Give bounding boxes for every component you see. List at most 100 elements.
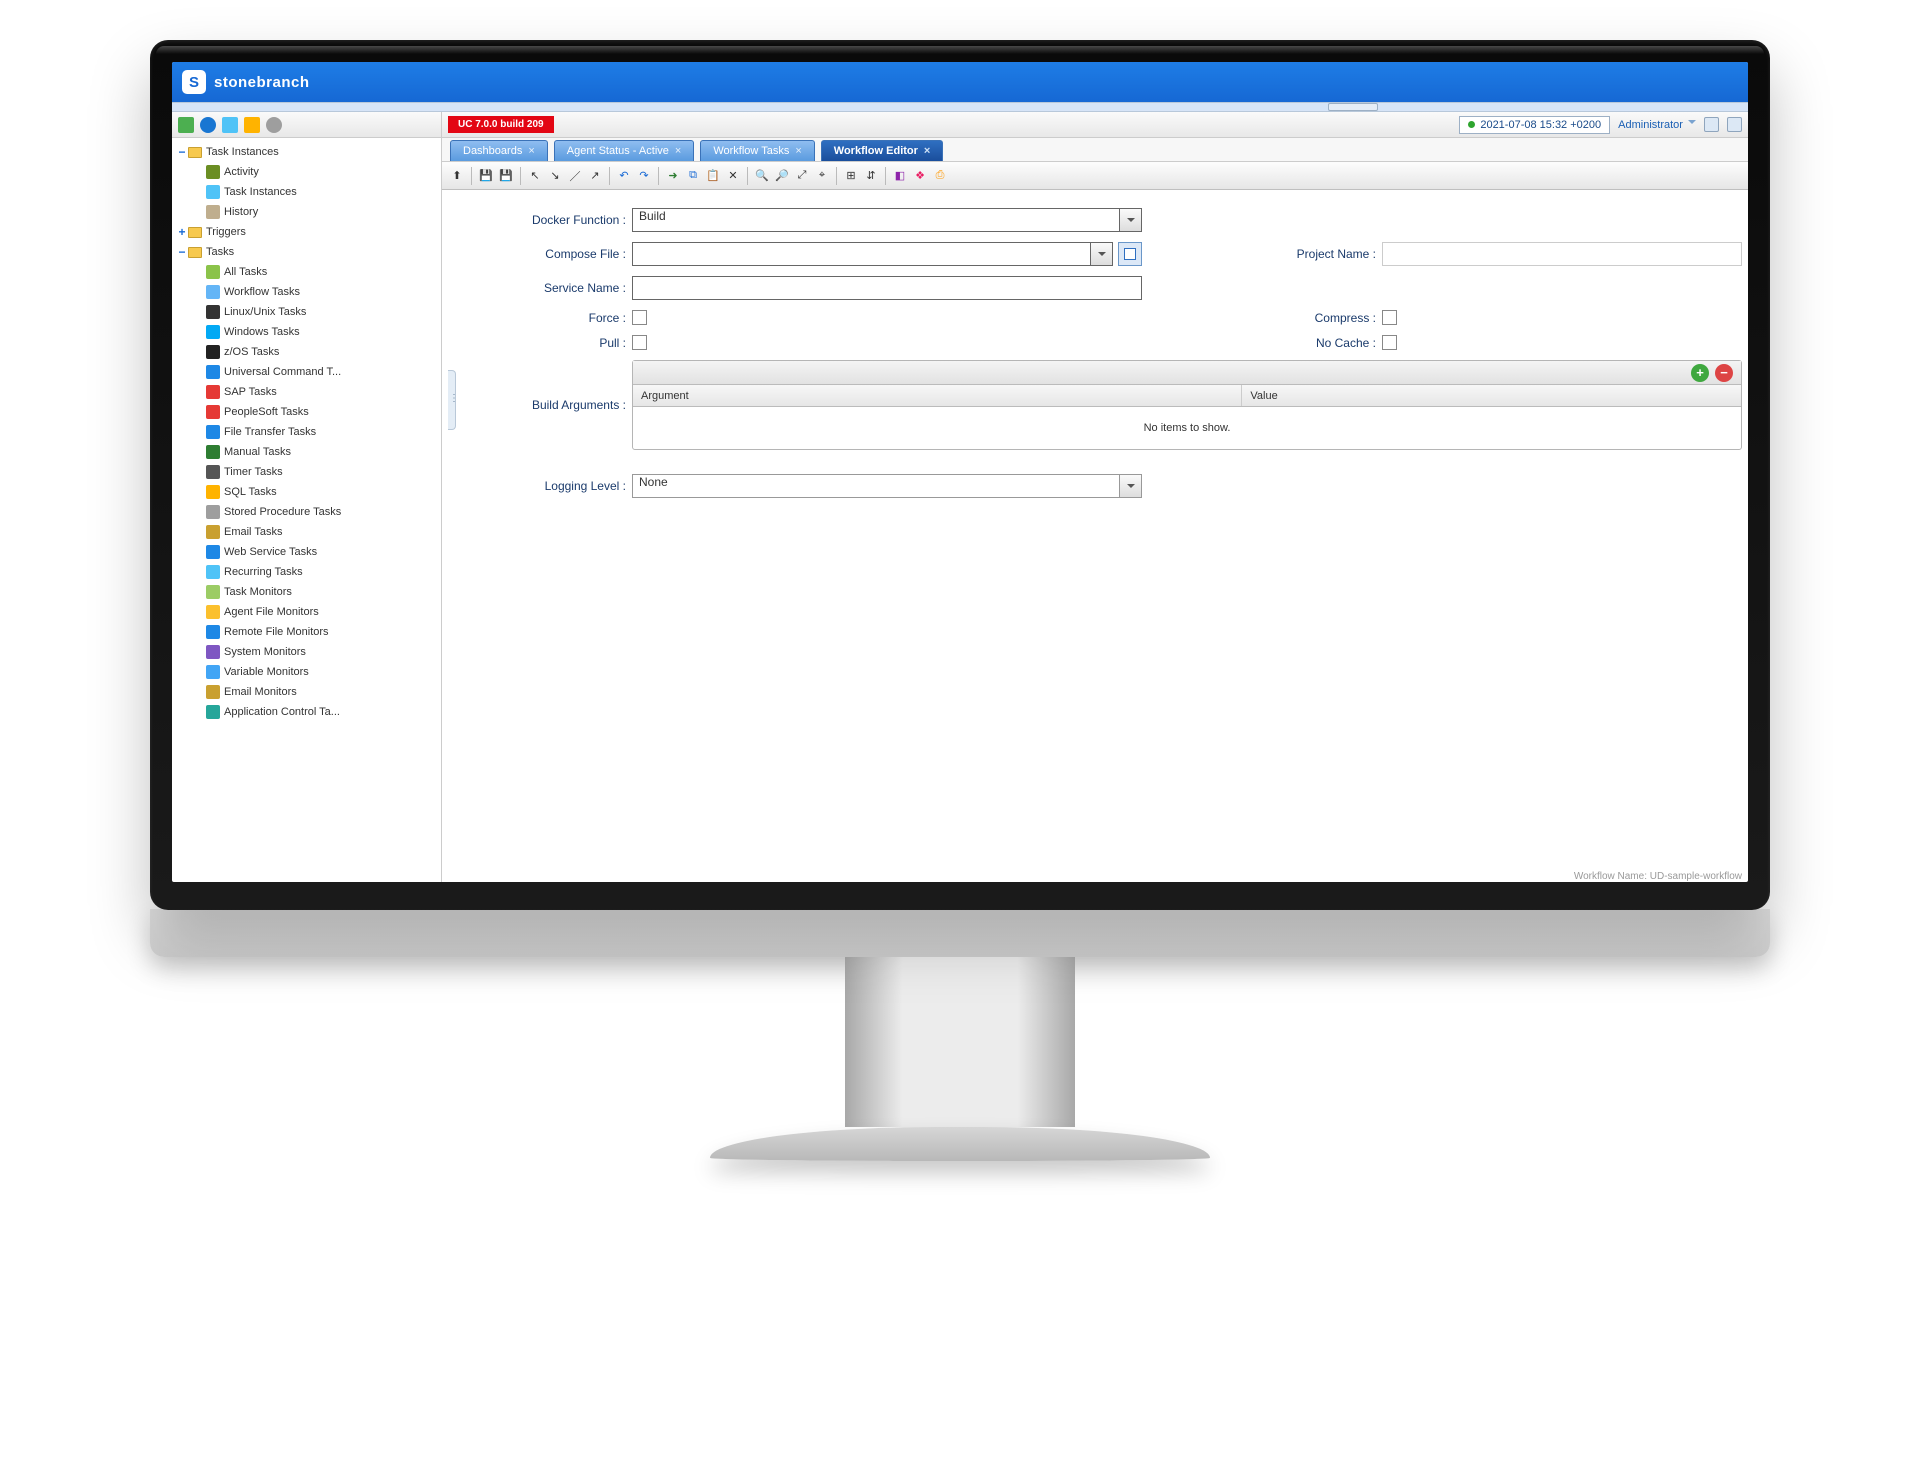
status-dot-icon [1468, 121, 1475, 128]
tree-leaf[interactable]: ·Task Monitors [172, 582, 441, 602]
tab[interactable]: Dashboards× [450, 140, 548, 161]
brand-name: stonebranch [214, 74, 310, 91]
tree-leaf[interactable]: ·SQL Tasks [172, 482, 441, 502]
note-icon[interactable] [222, 117, 238, 133]
tab[interactable]: Workflow Tasks× [700, 140, 814, 161]
tree-leaf[interactable]: ·Web Service Tasks [172, 542, 441, 562]
tb-paste-icon[interactable]: 📋 [704, 167, 722, 185]
tb-zoomfit-icon[interactable]: ⤢ [793, 167, 811, 185]
window-resize-bar[interactable] [172, 102, 1748, 112]
globe-icon[interactable] [200, 117, 216, 133]
tab[interactable]: Agent Status - Active× [554, 140, 695, 161]
args-col-argument[interactable]: Argument [633, 385, 1242, 406]
tb-zoom100-icon[interactable]: ⌖ [813, 167, 831, 185]
puzzle-icon[interactable] [244, 117, 260, 133]
tree-leaf-label: System Monitors [224, 642, 306, 662]
logging-level-dropdown-btn[interactable] [1120, 474, 1142, 498]
tree-leaf[interactable]: ·Universal Command T... [172, 362, 441, 382]
tb-connect-icon[interactable]: ↘ [546, 167, 564, 185]
tb-undo-icon[interactable]: ↶ [615, 167, 633, 185]
tb-edge-icon[interactable]: ↗ [586, 167, 604, 185]
tree-leaf[interactable]: ·All Tasks [172, 262, 441, 282]
tree-leaf[interactable]: ·Workflow Tasks [172, 282, 441, 302]
tree-leaf[interactable]: ·Windows Tasks [172, 322, 441, 342]
header-icon-2[interactable] [1727, 117, 1742, 132]
tb-delete-icon[interactable]: ✕ [724, 167, 742, 185]
tb-zoomin-icon[interactable]: 🔍 [753, 167, 771, 185]
tree-leaf[interactable]: ·Linux/Unix Tasks [172, 302, 441, 322]
tb-win-icon[interactable]: ⊞ [842, 167, 860, 185]
tree-leaf-label: z/OS Tasks [224, 342, 279, 362]
gear-icon[interactable] [266, 117, 282, 133]
resize-handle-icon[interactable] [1328, 103, 1378, 111]
tree-leaf[interactable]: ·PeopleSoft Tasks [172, 402, 441, 422]
tb-pkg-icon[interactable]: ❖ [911, 167, 929, 185]
force-checkbox[interactable] [632, 310, 647, 325]
tree-node-triggers[interactable]: +Triggers [172, 222, 441, 242]
pull-checkbox[interactable] [632, 335, 647, 350]
tree-leaf[interactable]: ·Application Control Ta... [172, 702, 441, 722]
timestamp-box[interactable]: 2021-07-08 15:32 +0200 [1459, 116, 1610, 134]
tree-leaf[interactable]: ·SAP Tasks [172, 382, 441, 402]
args-col-value[interactable]: Value [1242, 385, 1741, 406]
tree-leaf[interactable]: ·z/OS Tasks [172, 342, 441, 362]
tree-leaf[interactable]: ·Remote File Monitors [172, 622, 441, 642]
compose-file-input[interactable] [632, 242, 1091, 266]
project-name-input[interactable] [1382, 242, 1742, 266]
tree-leaf[interactable]: ·File Transfer Tasks [172, 422, 441, 442]
compose-file-dropdown-btn[interactable] [1091, 242, 1113, 266]
tb-line-icon[interactable]: ／ [566, 167, 584, 185]
tree-leaf-icon [206, 365, 220, 379]
tree-leaf-icon [206, 445, 220, 459]
tree-leaf-label: Stored Procedure Tasks [224, 502, 341, 522]
tab-close-icon[interactable]: × [675, 145, 681, 157]
panel-drag-handle[interactable] [448, 370, 456, 430]
compose-file-picker-btn[interactable] [1118, 242, 1142, 266]
tree-leaf[interactable]: ·History [172, 202, 441, 222]
tab[interactable]: Workflow Editor× [821, 140, 944, 161]
tree-node-task-instances[interactable]: −Task Instances [172, 142, 441, 162]
tab-close-icon[interactable]: × [924, 145, 930, 157]
tb-goto-icon[interactable]: ➜ [664, 167, 682, 185]
project-name-label: Project Name : [1222, 247, 1382, 261]
tb-redo-icon[interactable]: ↷ [635, 167, 653, 185]
remove-argument-button[interactable]: − [1715, 364, 1733, 382]
tb-up-icon[interactable]: ⬆ [448, 167, 466, 185]
grid-icon[interactable] [178, 117, 194, 133]
service-name-input[interactable] [632, 276, 1142, 300]
header-icon-1[interactable] [1704, 117, 1719, 132]
tree-node-tasks[interactable]: −Tasks [172, 242, 441, 262]
tree-leaf[interactable]: ·Agent File Monitors [172, 602, 441, 622]
tab-close-icon[interactable]: × [528, 145, 534, 157]
tree-leaf[interactable]: ·Email Tasks [172, 522, 441, 542]
tree-leaf[interactable]: ·Activity [172, 162, 441, 182]
logging-level-select[interactable]: None [632, 474, 1120, 498]
add-argument-button[interactable]: + [1691, 364, 1709, 382]
docker-function-select[interactable]: Build [632, 208, 1120, 232]
tb-save-icon[interactable]: 💾 [477, 167, 495, 185]
tree-label: Tasks [206, 242, 234, 262]
tb-copy-icon[interactable]: ⧉ [684, 167, 702, 185]
docker-function-dropdown-btn[interactable] [1120, 208, 1142, 232]
tree-leaf[interactable]: ·Timer Tasks [172, 462, 441, 482]
tb-zoomout-icon[interactable]: 🔎 [773, 167, 791, 185]
tb-clip-icon[interactable]: ◧ [891, 167, 909, 185]
tab-close-icon[interactable]: × [795, 145, 801, 157]
tree-leaf-icon [206, 305, 220, 319]
compress-checkbox[interactable] [1382, 310, 1397, 325]
no-cache-checkbox[interactable] [1382, 335, 1397, 350]
tree-leaf-icon [206, 185, 220, 199]
tb-print-icon[interactable]: ⎙ [931, 167, 949, 185]
tb-hier-icon[interactable]: ⇵ [862, 167, 880, 185]
tree-leaf[interactable]: ·Email Monitors [172, 682, 441, 702]
tree-leaf[interactable]: ·Variable Monitors [172, 662, 441, 682]
tree-leaf[interactable]: ·Recurring Tasks [172, 562, 441, 582]
tb-cursor-icon[interactable]: ↖ [526, 167, 544, 185]
user-menu[interactable]: Administrator [1618, 119, 1696, 131]
tree-leaf-icon [206, 585, 220, 599]
tree-leaf[interactable]: ·Manual Tasks [172, 442, 441, 462]
tree-leaf[interactable]: ·Task Instances [172, 182, 441, 202]
tb-save2-icon[interactable]: 💾 [497, 167, 515, 185]
tree-leaf[interactable]: ·Stored Procedure Tasks [172, 502, 441, 522]
tree-leaf[interactable]: ·System Monitors [172, 642, 441, 662]
